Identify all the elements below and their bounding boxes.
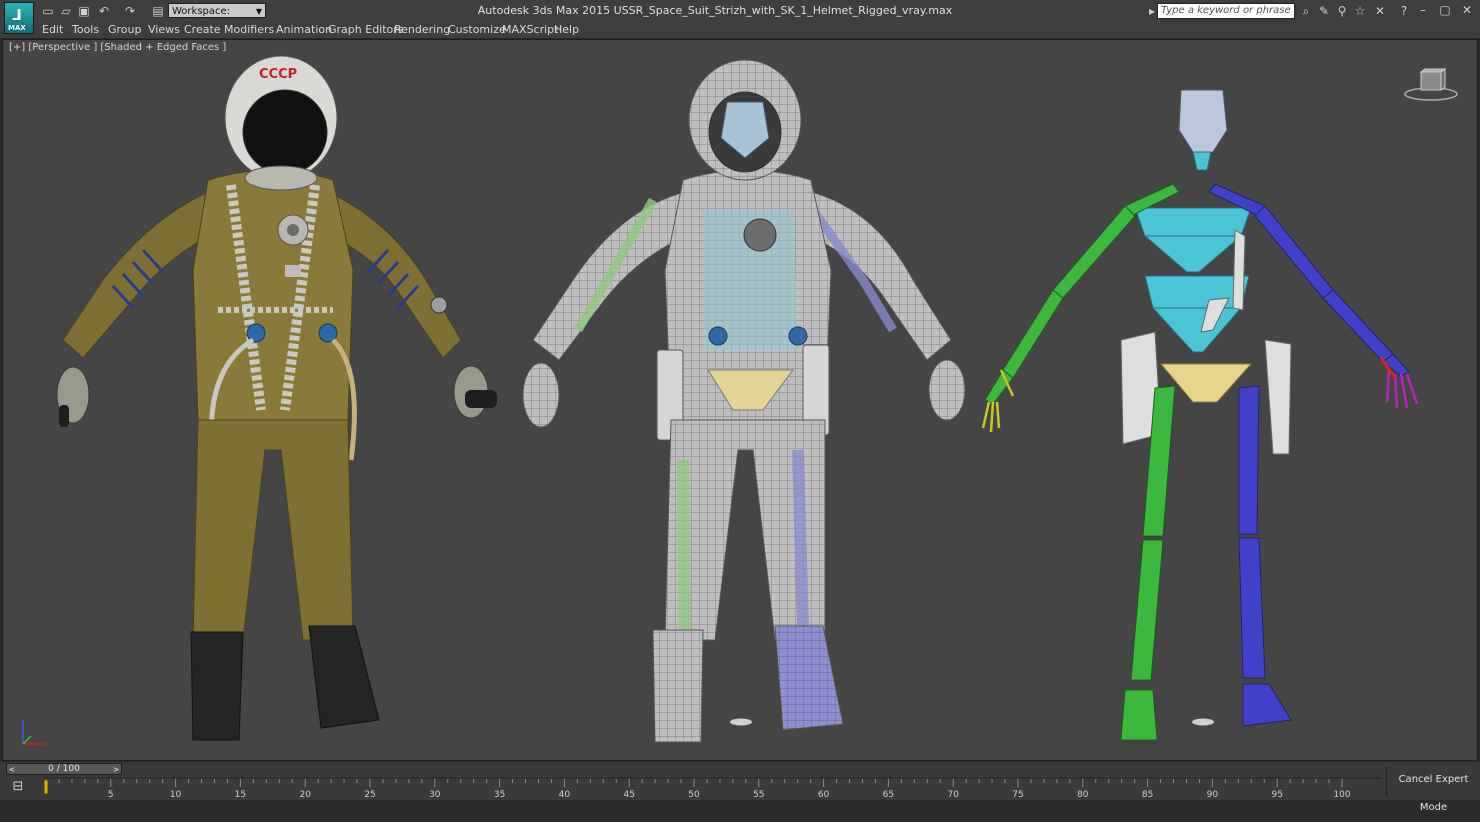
ruler-tick-label: 100: [1333, 790, 1350, 800]
next-frame-button[interactable]: >: [111, 764, 121, 774]
axis-tripod: [22, 720, 45, 745]
ruler-tick-label: 25: [364, 790, 375, 800]
title-bar: ▭ ▱ ▣ ↶ ↷ ▤ Workspace: Default ▼ Autodes…: [0, 0, 1480, 32]
menu-bar: Edit Tools Group Views Create Modifiers …: [36, 22, 1480, 38]
menu-group[interactable]: Group: [108, 23, 142, 36]
app-icon-label: MAX: [8, 24, 26, 32]
biped-skeleton[interactable]: [981, 89, 1419, 741]
timeline-ruler[interactable]: 5 10 15 20 25 30 35 40 45 50 55 60 65 70 75 80 85 90 95 100: [40, 776, 1380, 800]
ruler-tick-label: 35: [494, 790, 505, 800]
ruler-tick-label: 5: [108, 790, 114, 800]
search-input[interactable]: Type a keyword or phrase: [1157, 3, 1295, 19]
close-x-icon[interactable]: ✕: [1372, 3, 1388, 19]
help-icon[interactable]: ?: [1396, 3, 1412, 19]
ruler-tick-label: 90: [1207, 790, 1219, 800]
ruler-tick-label: 85: [1142, 790, 1153, 800]
viewport-label[interactable]: [+] [Perspective ] [Shaded + Edged Faces…: [9, 42, 226, 53]
ground-marker-left: [730, 718, 752, 726]
max-logo-icon: ⅃: [12, 6, 22, 24]
menu-views[interactable]: Views: [148, 23, 180, 36]
menu-rendering[interactable]: Rendering: [394, 23, 450, 36]
current-frame-marker[interactable]: [43, 779, 49, 795]
ruler-tick-label: 55: [753, 790, 764, 800]
menu-animation[interactable]: Animation: [276, 23, 332, 36]
ruler-tick-label: 10: [170, 790, 182, 800]
space-suit-wireframe[interactable]: [522, 59, 966, 743]
ruler-tick-label: 40: [559, 790, 571, 800]
communication-center-icon[interactable]: ⚲: [1334, 3, 1350, 19]
ruler-tick-label: 70: [947, 790, 959, 800]
minimize-button[interactable]: –: [1412, 2, 1434, 18]
ruler-tick-label: 75: [1012, 790, 1023, 800]
ruler-tick-label: 45: [623, 790, 634, 800]
scene-canvas[interactable]: СССР: [3, 40, 1477, 760]
cancel-expert-mode-button[interactable]: Cancel Expert Mode: [1386, 766, 1480, 813]
ruler-tick-label: 95: [1271, 790, 1282, 800]
close-button[interactable]: ✕: [1456, 2, 1478, 18]
ruler-tick-label: 65: [883, 790, 894, 800]
binoculars-icon[interactable]: ⌕: [1298, 3, 1314, 19]
viewcube[interactable]: [1403, 68, 1459, 102]
ruler-tick-label: 60: [818, 790, 830, 800]
frame-readout: 0 / 100: [48, 764, 80, 774]
menu-tools[interactable]: Tools: [72, 23, 99, 36]
menu-customize[interactable]: Customize: [448, 23, 506, 36]
prev-frame-button[interactable]: <: [7, 764, 17, 774]
menu-graph-editors[interactable]: Graph Editors: [328, 23, 404, 36]
ruler-tick-label: 15: [235, 790, 246, 800]
ruler-tick-label: 80: [1077, 790, 1089, 800]
ruler-tick-label: 50: [688, 790, 700, 800]
time-slider-bar: [0, 762, 1480, 776]
menu-edit[interactable]: Edit: [42, 23, 63, 36]
menu-create[interactable]: Create: [184, 23, 221, 36]
perspective-viewport[interactable]: СССР [+] [Perspective] [Shaded + Edged …: [2, 39, 1478, 761]
time-slider[interactable]: < 0 / 100 >: [6, 763, 122, 775]
favorites-star-icon[interactable]: ☆: [1352, 3, 1368, 19]
menu-maxscript[interactable]: MAXScript: [502, 23, 558, 36]
menu-modifiers[interactable]: Modifiers: [224, 23, 274, 36]
ruler-tick-label: 30: [429, 790, 441, 800]
app-window: ▭ ▱ ▣ ↶ ↷ ▤ Workspace: Default ▼ Autodes…: [0, 0, 1480, 813]
subscription-key-icon[interactable]: ✎: [1316, 3, 1332, 19]
menu-help[interactable]: Help: [554, 23, 579, 36]
track-bar-filter-icon[interactable]: ⊟: [8, 779, 28, 795]
space-suit-textured[interactable]: СССР: [56, 55, 497, 741]
helmet-text: СССР: [259, 67, 297, 82]
ground-marker-right: [1192, 718, 1214, 726]
maximize-button[interactable]: ▢: [1434, 2, 1456, 18]
application-button[interactable]: ⅃ MAX: [4, 2, 34, 34]
ruler-tick-label: 20: [299, 790, 311, 800]
